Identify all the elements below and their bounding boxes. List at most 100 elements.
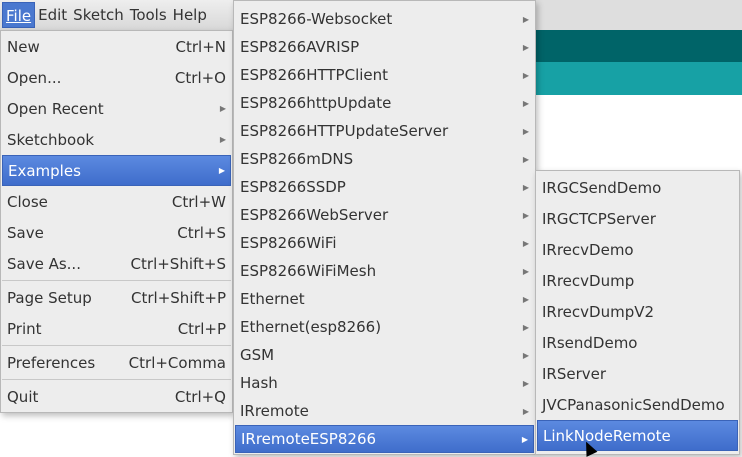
submenu-arrow-icon: ▶ bbox=[219, 104, 226, 113]
menu-label: File bbox=[6, 7, 32, 25]
shortcut-label: Ctrl+Q bbox=[174, 387, 226, 406]
menu-item-irrecvdemo[interactable]: IRrecvDemo bbox=[537, 234, 738, 265]
menu-item-esp8266httpupdate[interactable]: ESP8266httpUpdate ▶ bbox=[235, 89, 534, 117]
submenu-arrow-icon: ▶ bbox=[522, 98, 529, 108]
menu-item-label: IRremote bbox=[240, 402, 309, 420]
irremoteesp8266-submenu: IRGCSendDemo IRGCTCPServer IRrecvDemo IRrec… bbox=[535, 170, 740, 455]
menu-tools[interactable]: Tools bbox=[127, 2, 170, 28]
menu-item-esp8266wifimesh[interactable]: ESP8266WiFiMesh ▶ bbox=[235, 257, 534, 285]
menu-bar: File Edit Sketch Tools Help bbox=[0, 0, 234, 30]
menu-item-irremote[interactable]: IRremote ▶ bbox=[235, 397, 534, 425]
submenu-arrow-icon: ▶ bbox=[522, 294, 529, 304]
submenu-arrow-icon: ▶ bbox=[522, 406, 529, 416]
menu-item-label: Close bbox=[7, 192, 48, 211]
menu-item-label: IRGCSendDemo bbox=[542, 178, 662, 197]
menu-item-esp8266webserver[interactable]: ESP8266WebServer ▶ bbox=[235, 201, 534, 229]
submenu-arrow-icon: ▶ bbox=[522, 378, 529, 388]
menu-item-esp8266ssdp[interactable]: ESP8266SSDP ▶ bbox=[235, 173, 534, 201]
menu-item-irserver[interactable]: IRServer bbox=[537, 358, 738, 389]
menu-item-quit[interactable]: Quit Ctrl+Q bbox=[2, 381, 231, 412]
menu-sketch[interactable]: Sketch bbox=[70, 2, 127, 28]
menu-item-label: Sketchbook bbox=[7, 130, 95, 149]
menu-item-irsenddemo[interactable]: IRsendDemo bbox=[537, 327, 738, 358]
menu-item-irremoteesp8266[interactable]: IRremoteESP8266 ▶ bbox=[235, 425, 534, 453]
submenu-arrow-icon: ▶ bbox=[218, 166, 225, 175]
menu-item-label: IRrecvDumpV2 bbox=[542, 302, 655, 321]
menu-item-close[interactable]: Close Ctrl+W bbox=[2, 186, 231, 217]
menu-item-save-as[interactable]: Save As... Ctrl+Shift+S bbox=[2, 248, 231, 279]
submenu-arrow-icon: ▶ bbox=[522, 350, 529, 360]
menu-item-label: IRServer bbox=[542, 364, 607, 383]
menu-item-sketchbook[interactable]: Sketchbook ▶ bbox=[2, 124, 231, 155]
submenu-arrow-icon: ▶ bbox=[521, 434, 528, 444]
shortcut-label: Ctrl+P bbox=[177, 319, 226, 338]
shortcut-label: Ctrl+S bbox=[177, 223, 226, 242]
menu-item-irrecvdumpv2[interactable]: IRrecvDumpV2 bbox=[537, 296, 738, 327]
menu-item-label: JVCPanasonicSendDemo bbox=[542, 395, 725, 414]
menu-item-esp8266wifi[interactable]: ESP8266WiFi ▶ bbox=[235, 229, 534, 257]
menu-item-page-setup[interactable]: Page Setup Ctrl+Shift+P bbox=[2, 282, 231, 313]
shortcut-label: Ctrl+Shift+S bbox=[130, 254, 226, 273]
menu-item-label: ESP8266AVRISP bbox=[240, 38, 360, 56]
menu-item-irgctcpserver[interactable]: IRGCTCPServer bbox=[537, 203, 738, 234]
menu-file[interactable]: File bbox=[2, 2, 36, 28]
menu-item-esp8266httpclient[interactable]: ESP8266HTTPClient ▶ bbox=[235, 61, 534, 89]
submenu-arrow-icon: ▶ bbox=[522, 126, 529, 136]
menu-item-esp8266httpupdateserver[interactable]: ESP8266HTTPUpdateServer ▶ bbox=[235, 117, 534, 145]
menu-item-esp8266-websocket[interactable]: ESP8266-Websocket ▶ bbox=[235, 5, 534, 33]
submenu-arrow-icon: ▶ bbox=[522, 322, 529, 332]
menu-item-label: Hash bbox=[240, 374, 278, 392]
menu-item-preferences[interactable]: Preferences Ctrl+Comma bbox=[2, 347, 231, 378]
menu-item-label: ESP8266httpUpdate bbox=[240, 94, 392, 112]
menu-item-ethernet-esp8266[interactable]: Ethernet(esp8266) ▶ bbox=[235, 313, 534, 341]
menu-item-jvcpanasonicsenddemo[interactable]: JVCPanasonicSendDemo bbox=[537, 389, 738, 420]
menu-item-label: IRremoteESP8266 bbox=[241, 430, 377, 448]
submenu-arrow-icon: ▶ bbox=[522, 266, 529, 276]
menu-item-hash[interactable]: Hash ▶ bbox=[235, 369, 534, 397]
menu-item-irgcsenddemo[interactable]: IRGCSendDemo bbox=[537, 172, 738, 203]
menu-item-label: Examples bbox=[8, 161, 81, 180]
menu-item-label: Save bbox=[7, 223, 44, 242]
menu-item-label: Ethernet bbox=[240, 290, 305, 308]
menu-item-open[interactable]: Open... Ctrl+O bbox=[2, 62, 231, 93]
menu-item-label: New bbox=[7, 37, 40, 56]
menu-item-label: ESP8266HTTPClient bbox=[240, 66, 389, 84]
menu-item-label: Open Recent bbox=[7, 99, 104, 118]
menu-item-label: GSM bbox=[240, 346, 275, 364]
menu-item-label: IRGCTCPServer bbox=[542, 209, 656, 228]
menu-edit[interactable]: Edit bbox=[35, 2, 70, 28]
submenu-arrow-icon: ▶ bbox=[522, 70, 529, 80]
menu-item-esp8266mdns[interactable]: ESP8266mDNS ▶ bbox=[235, 145, 534, 173]
menu-item-esp8266avrisp[interactable]: ESP8266AVRISP ▶ bbox=[235, 33, 534, 61]
submenu-arrow-icon: ▶ bbox=[522, 238, 529, 248]
menu-item-label: Save As... bbox=[7, 254, 81, 273]
file-menu: New Ctrl+N Open... Ctrl+O Open Recent ▶ Sketch… bbox=[0, 30, 233, 413]
menu-item-new[interactable]: New Ctrl+N bbox=[2, 31, 231, 62]
submenu-arrow-icon: ▶ bbox=[522, 210, 529, 220]
menu-item-linknoderemote[interactable]: LinkNodeRemote bbox=[537, 420, 738, 451]
menu-item-save[interactable]: Save Ctrl+S bbox=[2, 217, 231, 248]
menu-item-label: ESP8266WiFi bbox=[240, 234, 337, 252]
menu-item-ethernet[interactable]: Ethernet ▶ bbox=[235, 285, 534, 313]
menu-item-label: Quit bbox=[7, 387, 39, 406]
shortcut-label: Ctrl+N bbox=[175, 37, 226, 56]
menu-help[interactable]: Help bbox=[170, 2, 210, 28]
menu-item-open-recent[interactable]: Open Recent ▶ bbox=[2, 93, 231, 124]
shortcut-label: Ctrl+W bbox=[171, 192, 226, 211]
menu-item-label: ESP8266WiFiMesh bbox=[240, 262, 377, 280]
shortcut-label: Ctrl+Comma bbox=[128, 353, 226, 372]
submenu-arrow-icon: ▶ bbox=[522, 42, 529, 52]
submenu-arrow-icon: ▶ bbox=[522, 182, 529, 192]
shortcut-label: Ctrl+O bbox=[174, 68, 226, 87]
menu-item-label: Open... bbox=[7, 68, 62, 87]
menu-item-print[interactable]: Print Ctrl+P bbox=[2, 313, 231, 344]
menu-item-examples[interactable]: Examples ▶ bbox=[2, 155, 231, 186]
menu-item-label: ESP8266WebServer bbox=[240, 206, 389, 224]
menu-item-label: Preferences bbox=[7, 353, 96, 372]
menu-separator bbox=[2, 345, 231, 346]
submenu-arrow-icon: ▶ bbox=[522, 154, 529, 164]
menu-item-gsm[interactable]: GSM ▶ bbox=[235, 341, 534, 369]
menu-item-label: IRsendDemo bbox=[542, 333, 638, 352]
menu-item-label: IRrecvDump bbox=[542, 271, 635, 290]
menu-item-irrecvdump[interactable]: IRrecvDump bbox=[537, 265, 738, 296]
